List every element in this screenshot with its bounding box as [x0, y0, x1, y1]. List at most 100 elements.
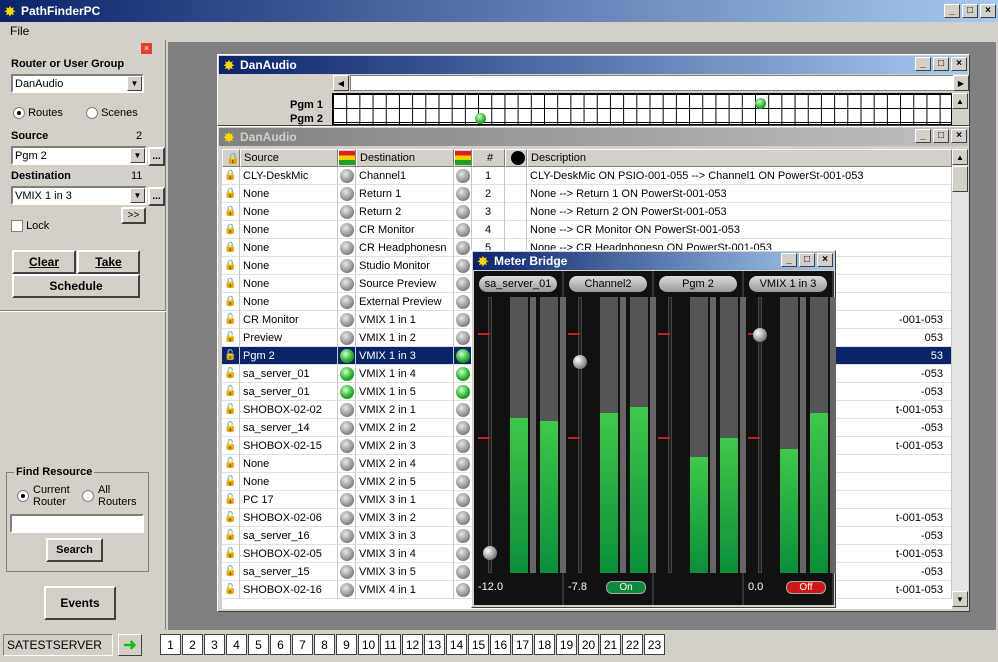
- source-cell[interactable]: None: [240, 202, 338, 221]
- table-row[interactable]: 🔒 None CR Monitor 4 None --> CR Monitor ON P…: [222, 220, 952, 239]
- xy-hscroll[interactable]: [350, 75, 954, 91]
- scroll-up-button[interactable]: ▲: [952, 93, 968, 109]
- lock-icon[interactable]: 🔒: [222, 238, 240, 257]
- source-cell[interactable]: SHOBOX-02-16: [240, 580, 338, 599]
- lock-icon[interactable]: 🔒: [222, 256, 240, 275]
- scroll-up-button[interactable]: ▲: [952, 149, 968, 165]
- chevron-down-icon[interactable]: ▼: [127, 76, 142, 91]
- unlock-icon[interactable]: 🔓: [222, 580, 240, 599]
- unlock-icon[interactable]: 🔓: [222, 328, 240, 347]
- destination-cell[interactable]: VMIX 3 in 5: [356, 562, 454, 581]
- source-cell[interactable]: sa_server_14: [240, 418, 338, 437]
- destination-header[interactable]: Destination: [356, 149, 454, 167]
- destination-cell[interactable]: Channel1: [356, 166, 454, 185]
- source-cell[interactable]: SHOBOX-02-05: [240, 544, 338, 563]
- source-cell[interactable]: CR Monitor: [240, 310, 338, 329]
- find-input[interactable]: [10, 514, 144, 533]
- minimize-button[interactable]: _: [915, 57, 931, 71]
- unlock-icon[interactable]: 🔓: [222, 382, 240, 401]
- unlock-icon[interactable]: 🔓: [222, 346, 240, 365]
- unlock-icon[interactable]: 🔓: [222, 472, 240, 491]
- current-router-radio[interactable]: Current Router: [17, 484, 70, 508]
- unlock-icon[interactable]: 🔓: [222, 400, 240, 419]
- number-header[interactable]: #: [472, 149, 505, 167]
- lock-icon[interactable]: 🔒: [222, 166, 240, 185]
- source-cell[interactable]: None: [240, 238, 338, 257]
- destination-cell[interactable]: VMIX 1 in 1: [356, 310, 454, 329]
- lock-icon[interactable]: 🔒: [222, 220, 240, 239]
- source-status-header[interactable]: [338, 149, 356, 167]
- destination-cell[interactable]: Return 1: [356, 184, 454, 203]
- table-row[interactable]: 🔒 None Return 1 2 None --> Return 1 ON Power…: [222, 184, 952, 203]
- lock-icon[interactable]: 🔒: [222, 202, 240, 221]
- close-button[interactable]: ×: [980, 4, 996, 18]
- unlock-icon[interactable]: 🔓: [222, 562, 240, 581]
- expand-button[interactable]: >>: [121, 207, 146, 224]
- source-more-button[interactable]: ...: [148, 147, 165, 166]
- page-tab[interactable]: 2: [182, 634, 203, 655]
- source-cell[interactable]: None: [240, 274, 338, 293]
- destination-cell[interactable]: VMIX 2 in 2: [356, 418, 454, 437]
- source-cell[interactable]: Preview: [240, 328, 338, 347]
- close-button[interactable]: ×: [951, 129, 967, 143]
- unlock-icon[interactable]: 🔓: [222, 526, 240, 545]
- page-tab[interactable]: 20: [578, 634, 599, 655]
- close-button[interactable]: ×: [817, 253, 833, 267]
- scenes-radio[interactable]: Scenes: [86, 107, 138, 120]
- source-cell[interactable]: None: [240, 454, 338, 473]
- source-header[interactable]: Source: [240, 149, 338, 167]
- page-tab[interactable]: 3: [204, 634, 225, 655]
- channel-on-button[interactable]: On: [606, 581, 646, 594]
- lock-checkbox[interactable]: Lock: [11, 220, 49, 233]
- scroll-down-button[interactable]: ▼: [952, 591, 968, 607]
- unlock-icon[interactable]: 🔓: [222, 436, 240, 455]
- unlock-icon[interactable]: 🔓: [222, 418, 240, 437]
- schedule-header[interactable]: [505, 149, 527, 167]
- destination-cell[interactable]: VMIX 2 in 5: [356, 472, 454, 491]
- source-cell[interactable]: sa_server_01: [240, 382, 338, 401]
- lock-icon[interactable]: 🔒: [222, 274, 240, 293]
- source-cell[interactable]: None: [240, 292, 338, 311]
- unlock-icon[interactable]: 🔓: [222, 310, 240, 329]
- destination-cell[interactable]: VMIX 3 in 1: [356, 490, 454, 509]
- destination-cell[interactable]: VMIX 3 in 2: [356, 508, 454, 527]
- source-cell[interactable]: None: [240, 184, 338, 203]
- routes-radio[interactable]: Routes: [13, 107, 63, 120]
- fader-knob[interactable]: [573, 354, 587, 369]
- table-row[interactable]: 🔒 CLY-DeskMic Channel1 1 CLY-DeskMic ON PSIO…: [222, 166, 952, 185]
- page-tab[interactable]: 8: [314, 634, 335, 655]
- page-tab[interactable]: 5: [248, 634, 269, 655]
- unlock-icon[interactable]: 🔓: [222, 364, 240, 383]
- destination-select[interactable]: VMIX 1 in 3 ▼: [11, 186, 147, 205]
- scroll-thumb[interactable]: [952, 166, 968, 192]
- page-tab[interactable]: 17: [512, 634, 533, 655]
- clear-button[interactable]: Clear: [12, 250, 76, 274]
- destination-cell[interactable]: VMIX 2 in 3: [356, 436, 454, 455]
- destination-cell[interactable]: VMIX 3 in 3: [356, 526, 454, 545]
- maximize-button[interactable]: □: [799, 253, 815, 267]
- menu-file[interactable]: File: [10, 24, 29, 38]
- destination-cell[interactable]: VMIX 3 in 4: [356, 544, 454, 563]
- fader-knob[interactable]: [753, 328, 767, 343]
- source-cell[interactable]: None: [240, 220, 338, 239]
- destination-cell[interactable]: CR Headphonesn: [356, 238, 454, 257]
- page-tab[interactable]: 7: [292, 634, 313, 655]
- description-header[interactable]: Description: [527, 149, 952, 167]
- lock-icon[interactable]: 🔒: [222, 292, 240, 311]
- destination-cell[interactable]: CR Monitor: [356, 220, 454, 239]
- destination-cell[interactable]: Studio Monitor: [356, 256, 454, 275]
- chevron-down-icon[interactable]: ▼: [130, 148, 145, 163]
- source-cell[interactable]: SHOBOX-02-02: [240, 400, 338, 419]
- all-routers-radio[interactable]: All Routers: [82, 484, 137, 508]
- unlock-icon[interactable]: 🔓: [222, 490, 240, 509]
- source-cell[interactable]: sa_server_16: [240, 526, 338, 545]
- unlock-icon[interactable]: 🔓: [222, 544, 240, 563]
- unlock-icon[interactable]: 🔓: [222, 454, 240, 473]
- source-cell[interactable]: PC 17: [240, 490, 338, 509]
- router-select[interactable]: DanAudio ▼: [11, 74, 144, 93]
- channel-off-button[interactable]: Off: [786, 581, 826, 594]
- page-tab[interactable]: 15: [468, 634, 489, 655]
- source-cell[interactable]: sa_server_01: [240, 364, 338, 383]
- page-tab[interactable]: 13: [424, 634, 445, 655]
- crosspoint-active-icon[interactable]: [475, 113, 486, 124]
